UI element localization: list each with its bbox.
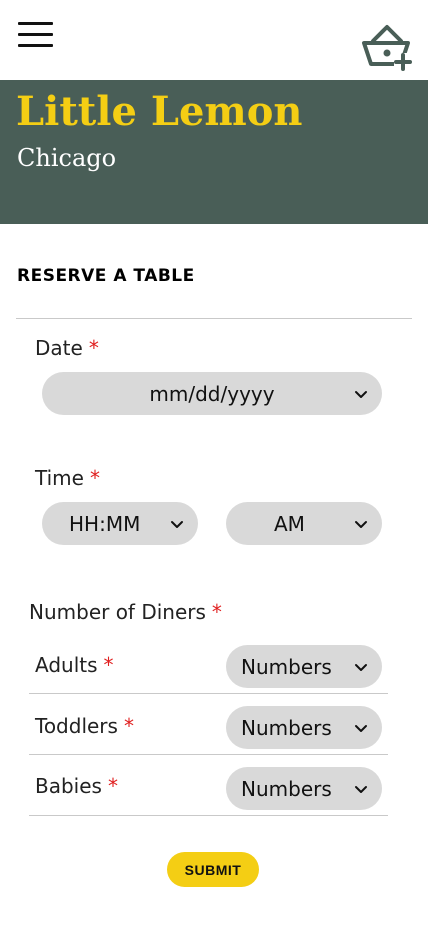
date-value: mm/dd/yyyy <box>149 381 275 406</box>
period-select[interactable]: AM <box>226 502 382 545</box>
babies-value: Numbers <box>241 776 332 801</box>
time-select[interactable]: HH:MM <box>42 502 198 545</box>
required-marker: * <box>103 653 114 677</box>
date-label-text: Date <box>35 336 83 360</box>
time-label-text: Time <box>35 466 84 490</box>
required-marker: * <box>211 600 222 624</box>
toddlers-value: Numbers <box>241 715 332 740</box>
required-marker: * <box>107 774 118 798</box>
hamburger-menu-icon[interactable] <box>18 22 54 50</box>
basket-add-icon[interactable] <box>360 22 414 72</box>
diners-label-text: Number of Diners <box>29 600 206 624</box>
date-select[interactable]: mm/dd/yyyy <box>42 372 382 415</box>
form-title: RESERVE A TABLE <box>17 266 195 286</box>
time-label: Time * <box>35 468 100 488</box>
submit-button[interactable]: SUBMIT <box>167 852 259 887</box>
adults-value: Numbers <box>241 654 332 679</box>
brand-title: Little Lemon <box>16 88 303 135</box>
time-value: HH:MM <box>69 511 141 536</box>
chevron-down-icon <box>355 724 367 732</box>
adults-label-text: Adults <box>35 653 98 677</box>
babies-label-text: Babies <box>35 774 102 798</box>
row-divider <box>29 693 388 694</box>
required-marker: * <box>88 336 99 360</box>
date-label: Date * <box>35 338 99 358</box>
babies-label: Babies * <box>35 776 118 796</box>
chevron-down-icon <box>355 785 367 793</box>
row-divider <box>29 754 388 755</box>
required-marker: * <box>123 714 134 738</box>
period-value: AM <box>274 511 305 536</box>
toddlers-label: Toddlers * <box>35 716 134 736</box>
row-divider <box>29 815 388 816</box>
city-subtitle: Chicago <box>17 144 117 172</box>
toddlers-select[interactable]: Numbers <box>226 706 382 749</box>
adults-label: Adults * <box>35 655 114 675</box>
chevron-down-icon <box>355 390 367 398</box>
title-divider <box>16 318 412 319</box>
chevron-down-icon <box>171 520 183 528</box>
chevron-down-icon <box>355 663 367 671</box>
chevron-down-icon <box>355 520 367 528</box>
required-marker: * <box>89 466 100 490</box>
diners-label: Number of Diners * <box>29 602 222 622</box>
top-bar <box>0 0 428 80</box>
adults-select[interactable]: Numbers <box>226 645 382 688</box>
toddlers-label-text: Toddlers <box>35 714 118 738</box>
babies-select[interactable]: Numbers <box>226 767 382 810</box>
